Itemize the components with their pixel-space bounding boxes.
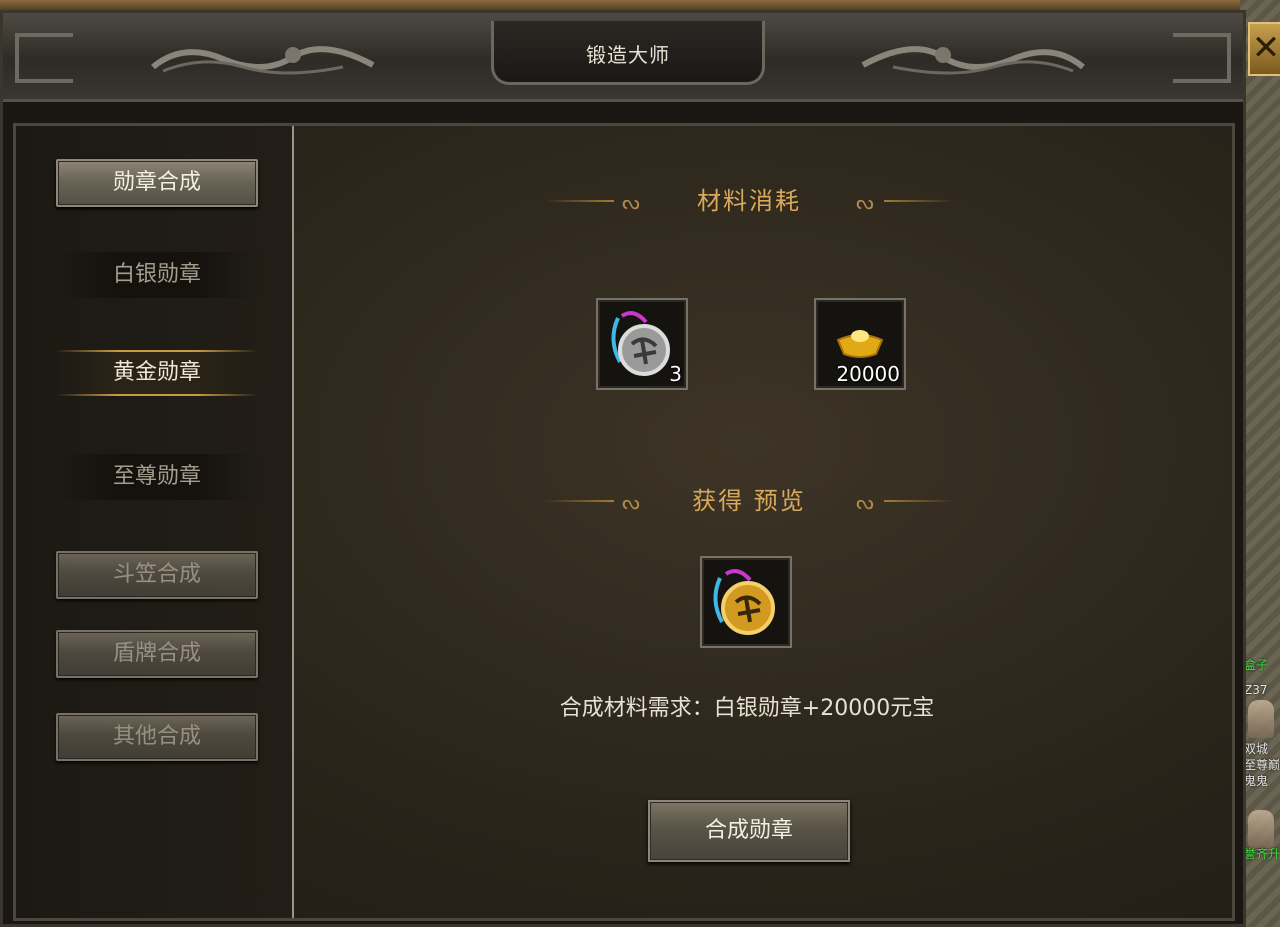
craft-medal-button[interactable]: 合成勋章 <box>648 800 850 862</box>
close-button[interactable]: ✕ <box>1248 22 1280 76</box>
category-button-hat[interactable]: 斗笠合成 <box>56 551 258 599</box>
scroll-ornament-icon: ᔓ <box>856 490 874 514</box>
preview-heading: ᔓ 获得 预览 ᔓ <box>544 486 954 516</box>
world-label: 至尊巅 <box>1244 758 1280 772</box>
window-title: 锻造大师 <box>586 43 670 67</box>
material-slot-silver-medal[interactable]: 3 <box>596 298 688 390</box>
material-slot-gold-ingot[interactable]: 20000 <box>814 298 906 390</box>
heading-divider <box>884 500 954 502</box>
heading-divider <box>884 200 954 202</box>
requirement-text: 合成材料需求：白银勋章+20000元宝 <box>559 696 935 721</box>
sub-item-silver-medal[interactable]: 白银勋章 <box>56 252 258 298</box>
gold-medal-icon <box>713 569 775 635</box>
title-plaque: 锻造大师 <box>433 13 823 95</box>
material-quantity: 20000 <box>836 362 900 386</box>
world-label: 双城 <box>1244 742 1269 756</box>
materials-heading: ᔓ 材料消耗 ᔓ <box>544 186 954 216</box>
world-label: 鬼鬼 <box>1244 774 1269 788</box>
category-button-shield[interactable]: 盾牌合成 <box>56 630 258 678</box>
category-sidebar: 勋章合成 白银勋章 黄金勋章 至尊勋章 斗笠合成 盾牌合成 其他合成 <box>16 126 294 918</box>
game-world-background: 盒子 Z37 双城 至尊巅 鬼鬼 誉齐升 <box>1240 0 1280 927</box>
close-icon: ✕ <box>1251 28 1280 68</box>
world-label: 盒子 <box>1244 658 1269 672</box>
category-button-medal[interactable]: 勋章合成 <box>56 159 258 207</box>
world-label: 誉齐升 <box>1244 847 1280 861</box>
forge-main-panel: ᔓ 材料消耗 ᔓ 3 20000 ᔓ 获得 预览 ᔓ 合成材料需求：白银勋章+2… <box>294 126 1232 918</box>
preview-slot-gold-medal[interactable] <box>700 556 792 648</box>
dragon-ornament-icon <box>861 46 1085 75</box>
world-label: Z37 <box>1244 683 1268 697</box>
forge-window: 锻造大师 勋章合成 白银勋章 黄金勋章 至尊勋章 斗笠合成 盾牌合成 其他合成 … <box>0 10 1246 927</box>
player-figure <box>1248 700 1274 738</box>
material-quantity: 3 <box>669 362 682 386</box>
corner-ornament-icon <box>15 33 73 83</box>
content-frame: 勋章合成 白银勋章 黄金勋章 至尊勋章 斗笠合成 盾牌合成 其他合成 ᔓ 材料消… <box>13 123 1235 921</box>
category-button-other[interactable]: 其他合成 <box>56 713 258 761</box>
scroll-ornament-icon: ᔓ <box>856 190 874 214</box>
sub-item-gold-medal[interactable]: 黄金勋章 <box>56 350 258 396</box>
title-bar[interactable]: 锻造大师 <box>3 13 1243 102</box>
corner-ornament-icon <box>1173 33 1231 83</box>
sub-item-supreme-medal[interactable]: 至尊勋章 <box>56 454 258 500</box>
player-figure <box>1248 810 1274 848</box>
dragon-ornament-icon <box>151 46 375 75</box>
